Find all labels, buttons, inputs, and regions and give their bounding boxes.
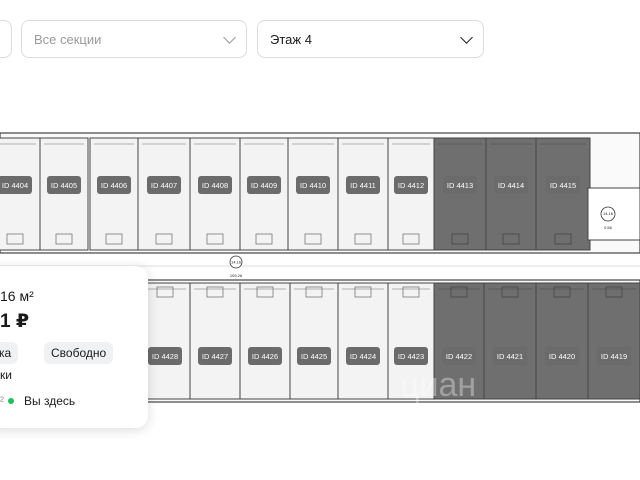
unit-label: ID 4423 xyxy=(398,352,424,361)
popup-detail: ки xyxy=(0,368,12,382)
unit-label: ID 4408 xyxy=(202,181,228,190)
unit-label: ID 4410 xyxy=(300,181,326,190)
unit-info-popup[interactable]: 16 м² 1 ₽ ка Свободно ки ² Вы здесь xyxy=(0,266,148,428)
unit-id-4413[interactable]: ID 4413 xyxy=(433,137,487,251)
unit-id-4410[interactable]: ID 4410 xyxy=(287,137,339,251)
unit-label: ID 4421 xyxy=(497,352,523,361)
popup-tag: ка xyxy=(0,342,19,364)
unit-label: ID 4414 xyxy=(498,181,524,190)
unit-label: ID 4422 xyxy=(446,352,472,361)
unit-id-4407[interactable]: ID 4407 xyxy=(137,137,191,251)
unit-id-4425[interactable]: ID 4425 xyxy=(289,282,339,400)
corridor-marker-label: 14.16 xyxy=(231,260,242,265)
stair-core: 14.16 0.56 xyxy=(587,187,640,241)
popup-detail-partial: ² xyxy=(0,394,4,408)
popup-price: 1 ₽ xyxy=(0,311,30,332)
unit-id-4427[interactable]: ID 4427 xyxy=(189,282,241,400)
unit-label: ID 4426 xyxy=(252,352,278,361)
chevron-down-icon xyxy=(460,30,473,44)
unit-label: ID 4424 xyxy=(350,352,376,361)
you-are-here-label: Вы здесь xyxy=(24,394,76,408)
unit-label: ID 4419 xyxy=(601,352,627,361)
floor-select[interactable]: Этаж 4 xyxy=(257,20,484,58)
floor-select-value: Этаж 4 xyxy=(270,31,312,47)
unit-id-4412[interactable]: ID 4412 xyxy=(387,137,435,251)
stair-marker-sub: 0.56 xyxy=(604,225,613,230)
unit-id-4414[interactable]: ID 4414 xyxy=(485,137,537,251)
unit-label: ID 4420 xyxy=(549,352,575,361)
popup-status-badge: Свободно xyxy=(44,342,114,364)
filter-select-partial[interactable] xyxy=(0,20,12,58)
unit-label: ID 4409 xyxy=(251,181,277,190)
sections-select[interactable]: Все секции xyxy=(21,20,247,58)
unit-label: ID 4411 xyxy=(350,181,376,190)
unit-id-4404[interactable]: ID 4404 xyxy=(0,137,41,251)
unit-id-4426[interactable]: ID 4426 xyxy=(239,282,291,400)
unit-id-4421[interactable]: ID 4421 xyxy=(483,282,537,400)
unit-id-4424[interactable]: ID 4424 xyxy=(337,282,389,400)
corridor-marker-sub: 109.26 xyxy=(230,273,243,278)
unit-id-4406[interactable]: ID 4406 xyxy=(89,137,139,251)
unit-id-4409[interactable]: ID 4409 xyxy=(239,137,289,251)
popup-area: 16 м² xyxy=(0,288,34,304)
bottom-unit-row: ID 4428 ID 4427 ID 4426 ID 4425 ID 4424 ID 44… xyxy=(139,282,640,400)
location-dot-icon xyxy=(8,398,14,404)
unit-label: ID 4405 xyxy=(51,181,77,190)
unit-id-4411[interactable]: ID 4411 xyxy=(337,137,389,251)
unit-id-4420[interactable]: ID 4420 xyxy=(535,282,589,400)
unit-label: ID 4412 xyxy=(398,181,424,190)
unit-id-4419[interactable]: ID 4419 xyxy=(587,282,640,400)
chevron-down-icon xyxy=(223,30,236,44)
corridor-marker: 14.16 109.26 xyxy=(229,255,243,278)
unit-label: ID 4427 xyxy=(202,352,228,361)
unit-label: ID 4413 xyxy=(447,181,473,190)
stair-marker-label: 14.16 xyxy=(603,211,614,216)
top-unit-row: ID 4404 ID 4405 ID 4406 ID 4407 ID 4408 ID 44… xyxy=(0,137,591,251)
unit-label: ID 4415 xyxy=(550,181,576,190)
unit-id-4408[interactable]: ID 4408 xyxy=(189,137,241,251)
unit-id-4405[interactable]: ID 4405 xyxy=(39,137,89,251)
unit-label: ID 4407 xyxy=(151,181,177,190)
unit-id-4415[interactable]: ID 4415 xyxy=(535,137,591,251)
watermark-logo: циан xyxy=(400,366,476,404)
you-are-here-indicator: ² Вы здесь xyxy=(0,394,75,408)
sections-select-value: Все секции xyxy=(34,31,102,47)
unit-label: ID 4404 xyxy=(2,181,28,190)
unit-label: ID 4406 xyxy=(101,181,127,190)
unit-label: ID 4425 xyxy=(301,352,327,361)
unit-label: ID 4428 xyxy=(152,352,178,361)
